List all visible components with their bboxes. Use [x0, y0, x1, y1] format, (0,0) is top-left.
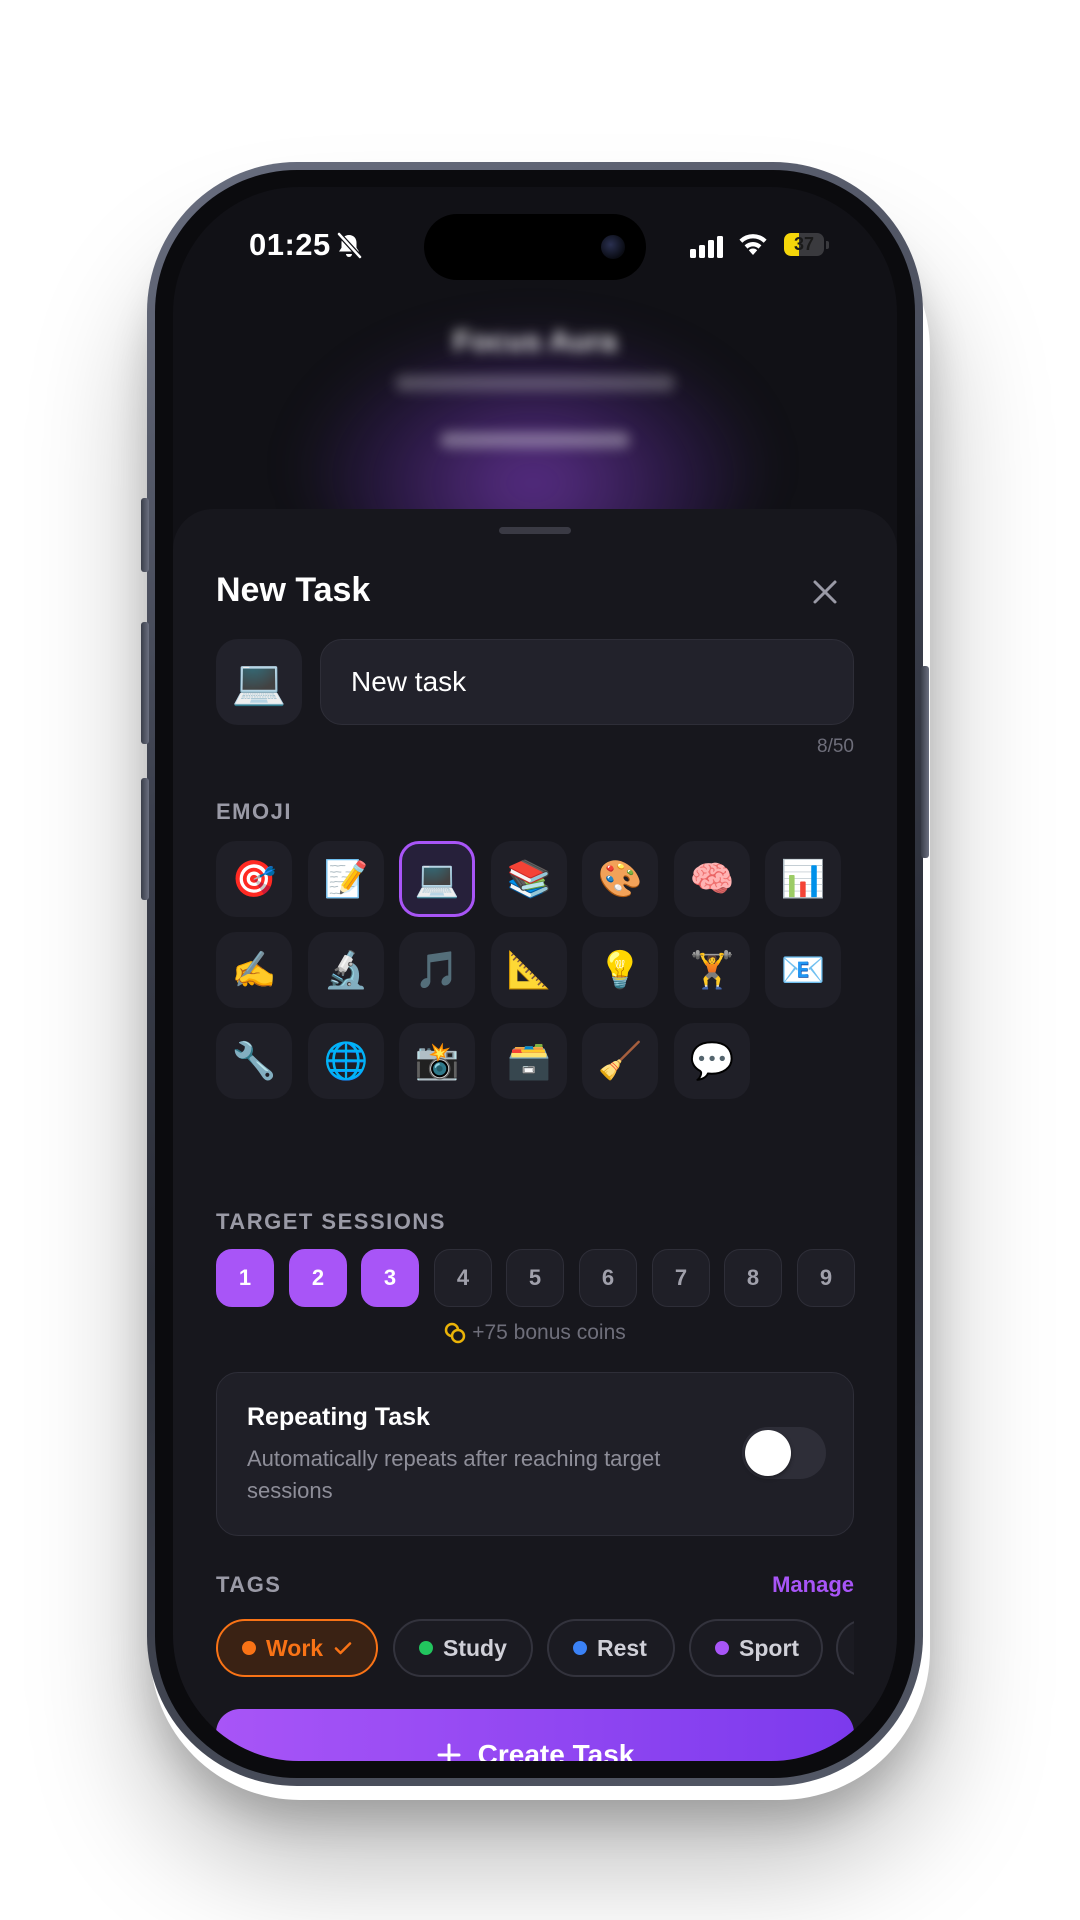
create-task-label: Create Task [477, 1739, 635, 1761]
emoji-option-broom[interactable]: 🧹 [582, 1023, 658, 1099]
session-option-3[interactable]: 3 [361, 1249, 419, 1307]
selected-emoji-preview[interactable]: 💻 [216, 639, 302, 725]
tag-more-partial[interactable] [836, 1619, 854, 1677]
session-option-7[interactable]: 7 [652, 1249, 710, 1307]
character-count: 8/50 [817, 736, 854, 757]
battery-indicator: 37 [784, 233, 824, 256]
create-task-button[interactable]: Create Task [216, 1709, 854, 1761]
bonus-coins-text: +75 bonus coins [472, 1321, 626, 1344]
toggle-knob [745, 1430, 791, 1476]
tag-study[interactable]: Study [393, 1619, 533, 1677]
tag-label: Sport [739, 1634, 800, 1661]
emoji-option-triangle-ruler[interactable]: 📐 [491, 932, 567, 1008]
session-selector: 123456789 [216, 1249, 856, 1307]
emoji-section-label: EMOJI [216, 799, 292, 824]
emoji-option-light-bulb[interactable]: 💡 [582, 932, 658, 1008]
checkmark-icon [334, 1642, 352, 1655]
emoji-option-music-note[interactable]: 🎵 [399, 932, 475, 1008]
emoji-option-camera-flash[interactable]: 📸 [399, 1023, 475, 1099]
emoji-option-globe[interactable]: 🌐 [308, 1023, 384, 1099]
new-task-sheet: New Task 💻 New task 8/50 EMOJI 🎯 📝 💻 📚 🎨 🧠 📊 ✍️… [173, 509, 897, 1761]
screen: Focus Aura 01:25 37 New Task 💻 New task … [173, 187, 897, 1761]
plus-icon [437, 1743, 461, 1761]
status-time: 01:25 [249, 227, 331, 262]
background-blur-line [440, 432, 630, 448]
emoji-option-books[interactable]: 📚 [491, 841, 567, 917]
session-option-6[interactable]: 6 [579, 1249, 637, 1307]
stage: Focus Aura 01:25 37 New Task 💻 New task … [0, 0, 1080, 1920]
tag-sport[interactable]: Sport [689, 1619, 823, 1677]
sheet-title: New Task [216, 571, 371, 609]
tag-color-dot [573, 1641, 587, 1655]
emoji-option-writing-hand[interactable]: ✍️ [216, 932, 292, 1008]
session-option-5[interactable]: 5 [506, 1249, 564, 1307]
background-blur-line [395, 375, 675, 391]
tag-color-dot [715, 1641, 729, 1655]
emoji-option-memo[interactable]: 📝 [308, 841, 384, 917]
battery-percent: 37 [793, 234, 815, 254]
volume-down-button [141, 778, 149, 900]
tag-rest[interactable]: Rest [547, 1619, 675, 1677]
tag-label: Rest [597, 1634, 647, 1661]
tags-section-label: TAGS [216, 1572, 282, 1597]
emoji-option-wrench[interactable]: 🔧 [216, 1023, 292, 1099]
tag-color-dot [242, 1641, 256, 1655]
close-icon[interactable] [810, 577, 840, 607]
emoji-option-speech-bubble[interactable]: 💬 [674, 1023, 750, 1099]
emoji-option-target[interactable]: 🎯 [216, 841, 292, 917]
emoji-option-weight-lifter[interactable]: 🏋️ [674, 932, 750, 1008]
sheet-grabber[interactable] [499, 527, 571, 534]
session-option-8[interactable]: 8 [724, 1249, 782, 1307]
wifi-icon [739, 234, 767, 255]
emoji-option-microscope[interactable]: 🔬 [308, 932, 384, 1008]
emoji-option-brain[interactable]: 🧠 [674, 841, 750, 917]
task-name-input[interactable]: New task [320, 639, 854, 725]
volume-up-button [141, 622, 149, 744]
bonus-coins-note: +75 bonus coins [173, 1321, 897, 1345]
emoji-option-card-file-box[interactable]: 🗃️ [491, 1023, 567, 1099]
target-sessions-label: TARGET SESSIONS [216, 1209, 446, 1234]
background-title: Focus Aura [453, 325, 617, 358]
manage-tags-link[interactable]: Manage [733, 1572, 854, 1598]
dynamic-island [424, 214, 646, 280]
repeating-task-toggle[interactable] [742, 1427, 826, 1479]
emoji-option-laptop[interactable]: 💻 [399, 841, 475, 917]
tag-color-dot [419, 1641, 433, 1655]
repeating-task-card: Repeating Task Automatically repeats aft… [216, 1372, 854, 1536]
repeating-task-description: Automatically repeats after reaching tar… [247, 1446, 661, 1503]
front-camera [601, 235, 625, 259]
session-option-2[interactable]: 2 [289, 1249, 347, 1307]
bell-off-icon [337, 232, 362, 259]
coins-icon [444, 1323, 466, 1344]
tag-work[interactable]: Work [216, 1619, 378, 1677]
tag-label: Work [266, 1634, 324, 1661]
tag-label: Study [443, 1634, 507, 1661]
battery-nub [826, 241, 829, 249]
session-option-1[interactable]: 1 [216, 1249, 274, 1307]
action-button [141, 498, 149, 572]
tag-list: Work Study Rest Sport [216, 1619, 854, 1677]
emoji-option-email[interactable]: 📧 [765, 932, 841, 1008]
repeating-task-title: Repeating Task [247, 1403, 430, 1431]
session-option-9[interactable]: 9 [797, 1249, 855, 1307]
cellular-signal-icon [690, 236, 723, 258]
emoji-option-bar-chart[interactable]: 📊 [765, 841, 841, 917]
emoji-option-palette[interactable]: 🎨 [582, 841, 658, 917]
power-button [921, 666, 929, 858]
session-option-4[interactable]: 4 [434, 1249, 492, 1307]
